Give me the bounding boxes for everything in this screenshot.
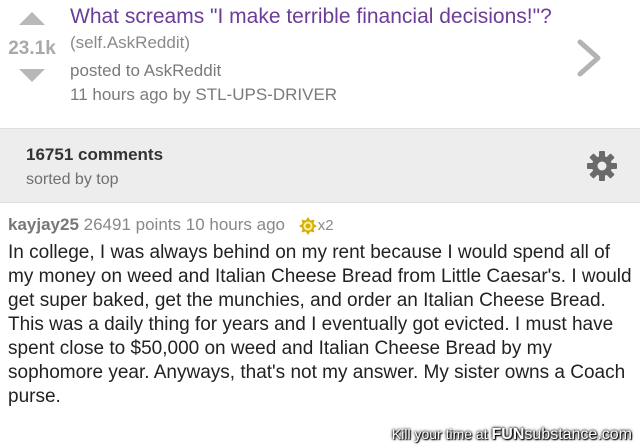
comment-text: In college, I was always behind on my re… [8,242,632,407]
comment: kayjay25 26491 points 10 hours ago x2 In… [0,203,640,448]
post-byline: 11 hours ago by STL-UPS-DRIVER [70,85,338,104]
post-body: What screams "I make terrible financial … [70,4,570,107]
post-score: 23.1k [8,38,56,59]
watermark-substance: substance [524,426,598,443]
gear-icon[interactable] [585,149,619,183]
post-domain: (self.AskReddit) [70,33,190,52]
comment-count: 16751 comments [26,145,164,164]
sort-order[interactable]: sorted by top [26,171,119,189]
comment-author[interactable]: kayjay25 [8,215,79,234]
watermark-dotcom: .com [597,426,632,443]
watermark-fun: FUN [491,426,525,443]
chevron-right-icon[interactable] [574,38,604,78]
watermark: Kill your time at FUNsubstance.com [392,426,632,444]
posted-to: posted to AskReddit [70,61,222,80]
comment-header: kayjay25 26491 points 10 hours ago x2 [8,215,334,236]
post-title[interactable]: What screams "I make terrible financial … [70,5,552,28]
gilded-count: x2 [317,217,334,235]
watermark-prefix: Kill your time at [391,426,488,442]
comment-points: 26491 points [83,215,182,234]
vote-column: 23.1k [0,0,64,128]
post-header: 23.1k What screams "I make terrible fina… [0,0,640,128]
downvote-arrow-icon[interactable] [19,69,45,82]
comment-age: 10 hours ago [185,215,285,234]
post-title-line[interactable]: What screams "I make terrible financial … [70,4,570,55]
comments-bar: 16751 comments sorted by top [0,128,640,203]
upvote-arrow-icon[interactable] [19,12,45,25]
gold-award-icon [298,216,317,235]
